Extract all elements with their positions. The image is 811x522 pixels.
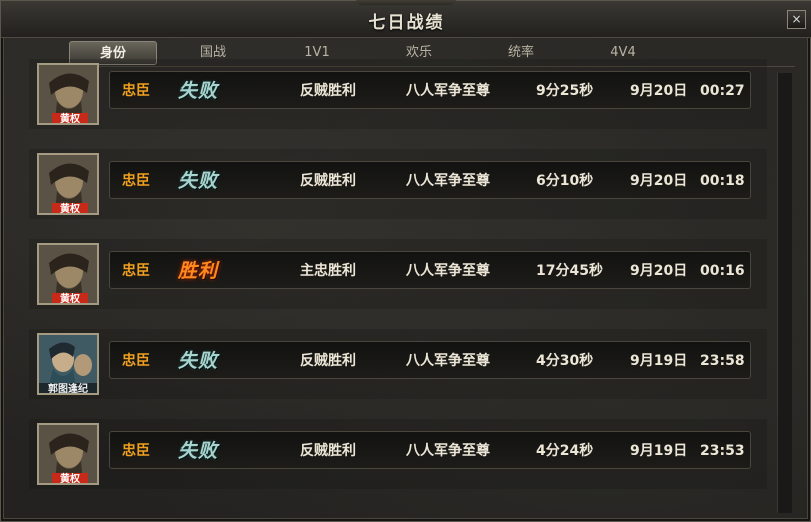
game-time: 23:53 [700,443,745,459]
close-icon[interactable]: × [787,10,806,29]
game-date: 9月20日 [630,173,688,189]
result-strip: 忠臣 失败 反贼胜利 八人军争至尊 4分30秒 9月19日 23:58 [109,341,751,379]
game-duration: 4分30秒 [536,353,594,369]
game-date: 9月19日 [630,443,688,459]
result-strip: 忠臣 失败 反贼胜利 八人军争至尊 9分25秒 9月20日 00:27 [109,71,751,109]
winning-side: 反贼胜利 [300,353,356,369]
avatar-name-label: 郭图逢纪 [39,383,97,393]
game-time: 00:16 [700,263,745,279]
record-row[interactable]: 黄权 忠臣 失败 反贼胜利 八人军争至尊 6分10秒 9月20日 00:18 [29,149,767,219]
role-label: 忠臣 [122,173,150,189]
winning-side: 反贼胜利 [300,173,356,189]
result-strip: 忠臣 胜利 主忠胜利 八人军争至尊 17分45秒 9月20日 00:16 [109,251,751,289]
role-label: 忠臣 [122,443,150,459]
outcome-label: 失败 [178,80,219,102]
game-mode: 八人军争至尊 [406,173,490,189]
outcome-label: 失败 [178,350,219,372]
role-label: 忠臣 [122,263,150,279]
winning-side: 主忠胜利 [300,263,356,279]
game-duration: 4分24秒 [536,443,594,459]
game-date: 9月19日 [630,353,688,369]
game-mode: 八人军争至尊 [406,83,490,99]
avatar-name-label: 黄权 [52,113,88,123]
outcome-label: 失败 [178,170,219,192]
game-time: 23:58 [700,353,745,369]
general-avatar[interactable]: 郭图逢纪 [37,333,99,395]
game-time: 00:18 [700,173,745,189]
avatar-name-label: 黄权 [52,473,88,483]
game-duration: 6分10秒 [536,173,594,189]
outcome-label: 失败 [178,440,219,462]
avatar-name-label: 黄权 [52,203,88,213]
record-row[interactable]: 黄权 忠臣 胜利 主忠胜利 八人军争至尊 17分45秒 9月20日 00:16 [29,239,767,309]
general-avatar[interactable]: 黄权 [37,153,99,215]
record-row[interactable]: 黄权 忠臣 失败 反贼胜利 八人军争至尊 4分24秒 9月19日 23:53 [29,419,767,489]
game-date: 9月20日 [630,263,688,279]
result-strip: 忠臣 失败 反贼胜利 八人军争至尊 4分24秒 9月19日 23:53 [109,431,751,469]
game-mode: 八人军争至尊 [406,263,490,279]
battle-record-window: 七日战绩 × 身份 国战 1V1 欢乐 统率 4V4 黄权 忠臣 失败 反贼胜利… [0,0,811,522]
avatar-name-label: 黄权 [52,293,88,303]
game-duration: 9分25秒 [536,83,594,99]
game-duration: 17分45秒 [536,263,603,279]
result-strip: 忠臣 失败 反贼胜利 八人军争至尊 6分10秒 9月20日 00:18 [109,161,751,199]
record-row[interactable]: 郭图逢纪 忠臣 失败 反贼胜利 八人军争至尊 4分30秒 9月19日 23:58 [29,329,767,399]
general-avatar[interactable]: 黄权 [37,63,99,125]
winning-side: 反贼胜利 [300,443,356,459]
role-label: 忠臣 [122,83,150,99]
winning-side: 反贼胜利 [300,83,356,99]
game-time: 00:27 [700,83,745,99]
role-label: 忠臣 [122,353,150,369]
general-avatar[interactable]: 黄权 [37,423,99,485]
game-mode: 八人军争至尊 [406,353,490,369]
record-row[interactable]: 黄权 忠臣 失败 反贼胜利 八人军争至尊 9分25秒 9月20日 00:27 [29,59,767,129]
general-avatar[interactable]: 黄权 [37,243,99,305]
title-bar[interactable]: 七日战绩 × [1,0,811,38]
game-date: 9月20日 [630,83,688,99]
window-title: 七日战绩 [368,13,445,33]
scrollbar[interactable] [777,73,792,513]
outcome-label: 胜利 [178,260,219,282]
game-mode: 八人军争至尊 [406,443,490,459]
title-ornament [356,0,456,5]
